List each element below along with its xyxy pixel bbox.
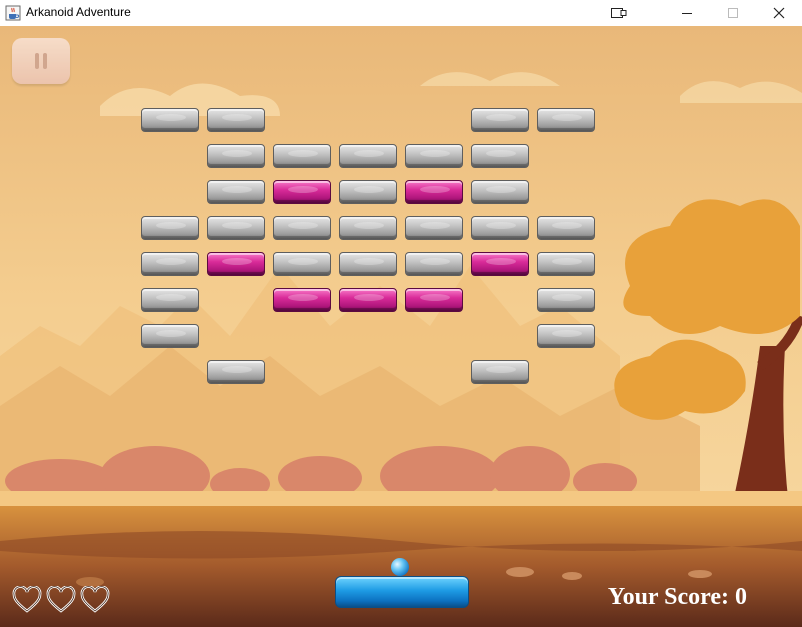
score-label: Your Score: bbox=[607, 584, 729, 610]
gray-brick bbox=[207, 360, 265, 384]
heart-icon bbox=[12, 586, 42, 613]
gray-brick bbox=[405, 144, 463, 168]
gray-brick bbox=[207, 108, 265, 132]
gray-brick bbox=[207, 216, 265, 240]
autumn-background bbox=[0, 26, 802, 627]
gray-brick bbox=[339, 180, 397, 204]
pink-brick bbox=[405, 288, 463, 312]
game-window: Arkanoid Adventure Your Score: 0 bbox=[0, 0, 802, 627]
minimize-button[interactable] bbox=[664, 0, 710, 26]
pink-brick bbox=[207, 252, 265, 276]
gray-brick bbox=[273, 216, 331, 240]
gray-brick bbox=[273, 252, 331, 276]
tablet-mode-icon bbox=[611, 8, 627, 18]
lives-indicator bbox=[12, 586, 110, 614]
gray-brick bbox=[207, 144, 265, 168]
pink-brick bbox=[405, 180, 463, 204]
pause-icon bbox=[35, 53, 39, 69]
pink-brick bbox=[471, 252, 529, 276]
ball bbox=[391, 558, 409, 576]
window-title: Arkanoid Adventure bbox=[26, 5, 131, 19]
gray-brick bbox=[339, 144, 397, 168]
gray-brick bbox=[537, 252, 595, 276]
title-bar[interactable]: Arkanoid Adventure bbox=[0, 0, 802, 27]
pause-icon-bar bbox=[43, 53, 47, 69]
heart-icon bbox=[80, 586, 110, 613]
gray-brick bbox=[141, 288, 199, 312]
pink-brick bbox=[273, 288, 331, 312]
gray-brick bbox=[141, 252, 199, 276]
gray-brick bbox=[141, 108, 199, 132]
gray-brick bbox=[471, 180, 529, 204]
gray-brick bbox=[141, 324, 199, 348]
pink-brick bbox=[339, 288, 397, 312]
gray-brick bbox=[405, 216, 463, 240]
gray-brick bbox=[471, 144, 529, 168]
gray-brick bbox=[537, 216, 595, 240]
gray-brick bbox=[339, 252, 397, 276]
gray-brick bbox=[471, 360, 529, 384]
gray-brick bbox=[471, 216, 529, 240]
pink-brick bbox=[273, 180, 331, 204]
score-display: Your Score: 0 bbox=[608, 584, 747, 611]
gray-brick bbox=[141, 216, 199, 240]
gray-brick bbox=[471, 108, 529, 132]
minimize-icon bbox=[682, 13, 692, 14]
score-value: 0 bbox=[735, 584, 747, 610]
tablet-mode-button[interactable] bbox=[596, 0, 642, 26]
game-canvas[interactable]: Your Score: 0 bbox=[0, 26, 802, 627]
close-button[interactable] bbox=[756, 0, 802, 26]
pause-button[interactable] bbox=[12, 38, 70, 84]
gray-brick bbox=[207, 180, 265, 204]
maximize-icon bbox=[728, 8, 738, 18]
gray-brick bbox=[339, 216, 397, 240]
gray-brick bbox=[537, 288, 595, 312]
gray-brick bbox=[537, 108, 595, 132]
maximize-button[interactable] bbox=[710, 0, 756, 26]
java-cup-icon bbox=[5, 5, 21, 21]
gray-brick bbox=[405, 252, 463, 276]
heart-icon bbox=[46, 586, 76, 613]
gray-brick bbox=[273, 144, 331, 168]
paddle[interactable] bbox=[335, 576, 469, 608]
close-icon bbox=[773, 7, 785, 19]
gray-brick bbox=[537, 324, 595, 348]
